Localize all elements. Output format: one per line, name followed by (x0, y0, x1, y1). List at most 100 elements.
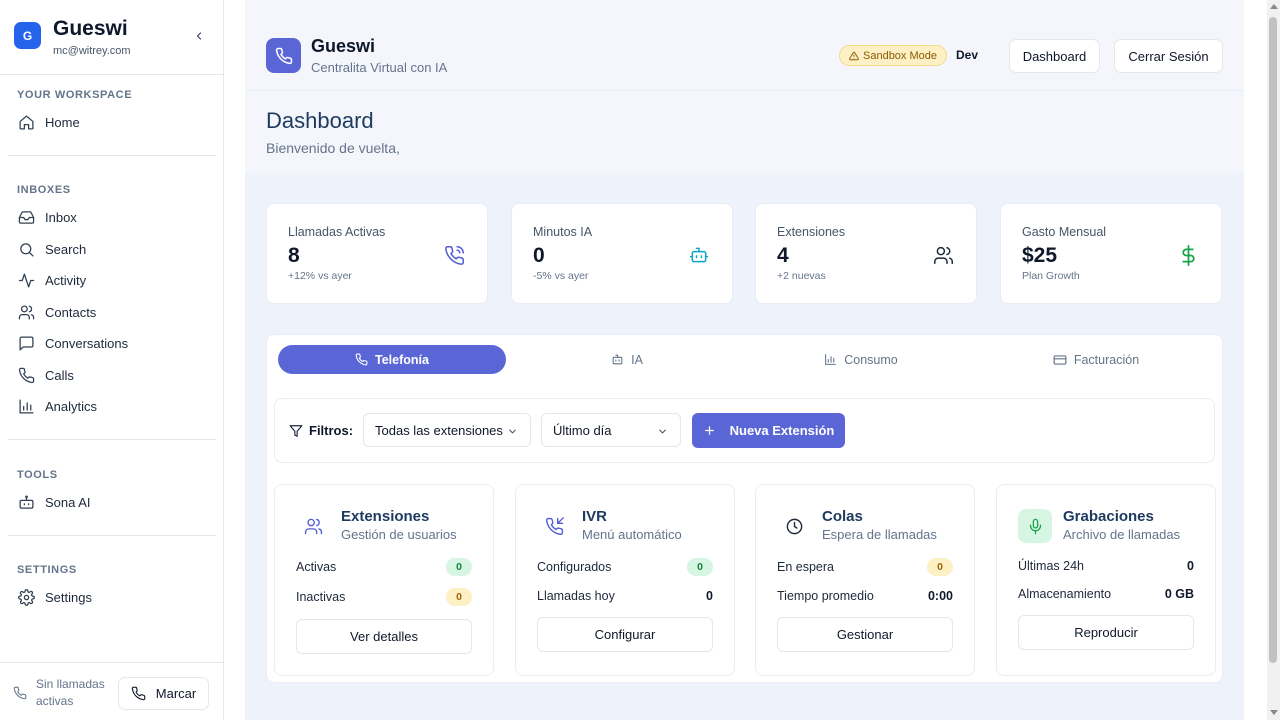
sidebar-item-label: Sona AI (45, 495, 91, 511)
card-row: Llamadas hoy 0 (537, 586, 713, 606)
status-badge: 0 (446, 558, 472, 576)
row-value: 0:00 (927, 589, 953, 603)
view-details-button[interactable]: Ver detalles (296, 619, 472, 654)
card-row: En espera 0 (777, 557, 953, 577)
card-row: Configurados 0 (537, 557, 713, 577)
tab-label: Consumo (844, 352, 898, 367)
page-subtitle: Bienvenido de vuelta, (266, 140, 400, 156)
row-value: 0 (1187, 559, 1194, 573)
row-label: En espera (777, 560, 834, 574)
tab-consumo[interactable]: Consumo (747, 345, 975, 374)
row-label: Activas (296, 560, 337, 574)
logout-button[interactable]: Cerrar Sesión (1114, 39, 1223, 73)
phone-icon (355, 353, 368, 366)
sidebar-divider (8, 155, 216, 156)
sidebar-section-title: SETTINGS (17, 564, 77, 576)
sidebar-footer: Sin llamadas activas Marcar (0, 662, 224, 720)
page-scrollbar[interactable] (1267, 0, 1280, 720)
sidebar-divider (8, 535, 216, 536)
sidebar-section-workspace: YOUR WORKSPACE Home (0, 88, 224, 139)
sandbox-badge: Sandbox Mode (839, 45, 947, 66)
dashboard-button[interactable]: Dashboard (1009, 39, 1100, 73)
card-row: Tiempo promedio 0:00 (777, 586, 953, 606)
brand-subtitle: Centralita Virtual con IA (311, 60, 448, 75)
sidebar-item-calls[interactable]: Calls (0, 360, 224, 392)
workspace-name: Gueswi (53, 17, 128, 40)
call-status-text: Sin llamadas activas (36, 677, 105, 708)
dial-button[interactable]: Marcar (118, 677, 209, 710)
warning-icon (849, 51, 859, 60)
sidebar-item-conversations[interactable]: Conversations (0, 328, 224, 360)
row-label: Tiempo promedio (777, 589, 874, 603)
sidebar-item-activity[interactable]: Activity (0, 265, 224, 297)
chevron-down-icon (509, 429, 516, 434)
filter-label-text: Filtros: (309, 423, 354, 438)
stat-change: +2 nuevas (777, 270, 826, 282)
sidebar-item-inbox[interactable]: Inbox (0, 202, 224, 234)
sidebar-item-settings[interactable]: Settings (0, 582, 224, 614)
card-row: Almacenamiento 0 GB (1018, 584, 1194, 604)
tab-label: IA (631, 352, 643, 367)
collapse-sidebar-button[interactable] (191, 28, 207, 44)
sidebar-section-title: INBOXES (17, 184, 71, 196)
dial-button-label: Marcar (155, 686, 197, 701)
sidebar-section-tools: TOOLS Sona AI (0, 468, 224, 519)
sidebar-item-label: Calls (45, 367, 74, 383)
row-label: Almacenamiento (1018, 587, 1112, 601)
scroll-down-arrow-icon[interactable] (1270, 710, 1278, 715)
period-select[interactable]: Último día (541, 413, 681, 447)
users-icon (17, 303, 35, 321)
filter-icon (289, 424, 303, 437)
scroll-up-arrow-icon[interactable] (1270, 4, 1278, 9)
new-extension-button[interactable]: Nueva Extensión (692, 413, 845, 448)
plus-icon (704, 426, 714, 435)
sidebar-item-search[interactable]: Search (0, 234, 224, 266)
tab-telefonia[interactable]: Telefonía (278, 345, 506, 374)
sidebar-item-label: Analytics (45, 399, 98, 415)
sidebar-item-home[interactable]: Home (0, 107, 224, 139)
card-title: IVR (582, 508, 608, 525)
sidebar-item-sona-ai[interactable]: Sona AI (0, 487, 224, 519)
sidebar-item-label: Contacts (45, 304, 97, 320)
card-subtitle: Menú automático (582, 527, 682, 542)
app-logo (266, 38, 301, 73)
row-label: Llamadas hoy (537, 589, 615, 603)
workspace-avatar[interactable]: G (14, 22, 41, 49)
card-title: Grabaciones (1063, 508, 1154, 525)
phone-icon (17, 366, 35, 384)
phone-icon (13, 686, 27, 700)
play-button[interactable]: Reproducir (1018, 615, 1194, 650)
dashboard-container: Gueswi Centralita Virtual con IA Sandbox… (245, 0, 1244, 720)
phone-icon (131, 686, 146, 701)
call-status: Sin llamadas activas (13, 676, 116, 710)
stat-label: Minutos IA (533, 225, 593, 239)
chevron-left-icon (196, 32, 202, 40)
sidebar-section-inboxes: INBOXES Inbox Search Activity Contacts C… (0, 183, 224, 423)
filter-label: Filtros: (289, 423, 353, 438)
sidebar-divider (8, 439, 216, 440)
configure-button[interactable]: Configurar (537, 617, 713, 652)
sidebar-section-title: YOUR WORKSPACE (17, 89, 133, 101)
credit-card-icon (1053, 354, 1067, 365)
sidebar-item-analytics[interactable]: Analytics (0, 391, 224, 423)
tab-label: Telefonía (375, 352, 429, 367)
new-extension-label: Nueva Extensión (729, 423, 835, 438)
row-label: Últimas 24h (1018, 559, 1084, 573)
tab-ia[interactable]: IA (513, 345, 741, 374)
status-badge: 0 (687, 558, 713, 576)
sidebar-section-title: TOOLS (17, 469, 58, 481)
bar-chart-icon (825, 354, 837, 365)
sidebar-section-settings: SETTINGS Settings (0, 563, 224, 614)
card-row: Activas 0 (296, 557, 472, 577)
stat-label: Gasto Mensual (1022, 225, 1107, 239)
card-subtitle: Espera de llamadas (822, 527, 937, 542)
scroll-thumb[interactable] (1269, 17, 1277, 663)
manage-button[interactable]: Gestionar (777, 617, 953, 652)
extension-select[interactable]: Todas las extensiones (363, 413, 531, 447)
page-title: Dashboard (266, 108, 374, 133)
stat-card-ai-minutes: Minutos IA 0 -5% vs ayer (511, 203, 733, 304)
sidebar-item-contacts[interactable]: Contacts (0, 297, 224, 329)
stat-card-monthly-spend: Gasto Mensual $25 Plan Growth (1000, 203, 1222, 304)
tab-facturacion[interactable]: Facturación (982, 345, 1210, 374)
tab-label: Facturación (1073, 352, 1140, 367)
